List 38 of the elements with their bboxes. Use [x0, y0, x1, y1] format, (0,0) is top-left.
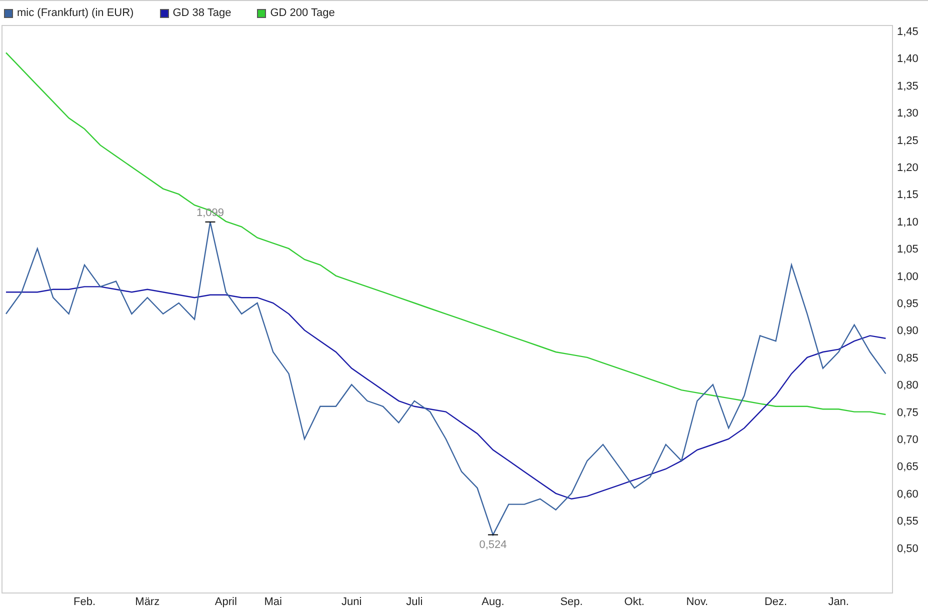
y-axis-label: 1,45 [897, 26, 918, 38]
y-axis-label: 0,90 [897, 325, 918, 338]
x-axis-label: Juli [406, 596, 423, 608]
x-axis-label: Okt. [624, 596, 644, 608]
x-axis-label: Jan. [828, 596, 849, 608]
y-axis-label: 1,40 [897, 53, 918, 66]
y-axis-label: 0,65 [897, 461, 918, 474]
x-axis-label: März [135, 596, 160, 608]
y-axis-label: 1,20 [897, 162, 918, 174]
legend-label: mic (Frankfurt) (in EUR) [17, 6, 134, 21]
y-axis-label: 0,70 [897, 434, 918, 446]
legend-label: GD 200 Tage [270, 6, 335, 21]
y-axis-label: 1,05 [897, 244, 918, 256]
y-axis-label: 0,50 [897, 542, 918, 555]
y-axis-label: 0,95 [897, 298, 918, 310]
x-axis-label: Nov. [686, 596, 708, 608]
x-axis-label: Aug. [482, 596, 504, 608]
y-axis-label: 0,55 [897, 516, 918, 528]
value-annotation: 0,524 [479, 538, 507, 551]
y-axis-label: 1,15 [897, 189, 918, 202]
y-axis-label: 1,25 [897, 134, 918, 147]
y-axis-label: 0,80 [897, 380, 918, 392]
y-axis-label: 1,10 [897, 216, 918, 228]
x-axis-label: April [214, 596, 237, 608]
legend-label: GD 38 Tage [172, 6, 232, 21]
y-axis-label: 0,85 [897, 352, 918, 364]
extreme-marker [204, 221, 216, 222]
y-axis-label: 1,30 [897, 108, 918, 120]
x-axis-label: Juni [342, 596, 362, 608]
x-axis-label: Mai [264, 596, 282, 608]
x-axis-label: Dez. [764, 596, 788, 608]
y-axis-label: 1,00 [897, 270, 918, 283]
y-axis-label: 0,60 [897, 488, 918, 500]
extreme-marker [487, 534, 498, 536]
y-axis-label: 1,35 [897, 80, 918, 92]
x-axis-label: Feb. [74, 596, 96, 608]
x-axis-label: Sep. [560, 596, 583, 608]
y-axis-label: 0,75 [897, 406, 918, 419]
